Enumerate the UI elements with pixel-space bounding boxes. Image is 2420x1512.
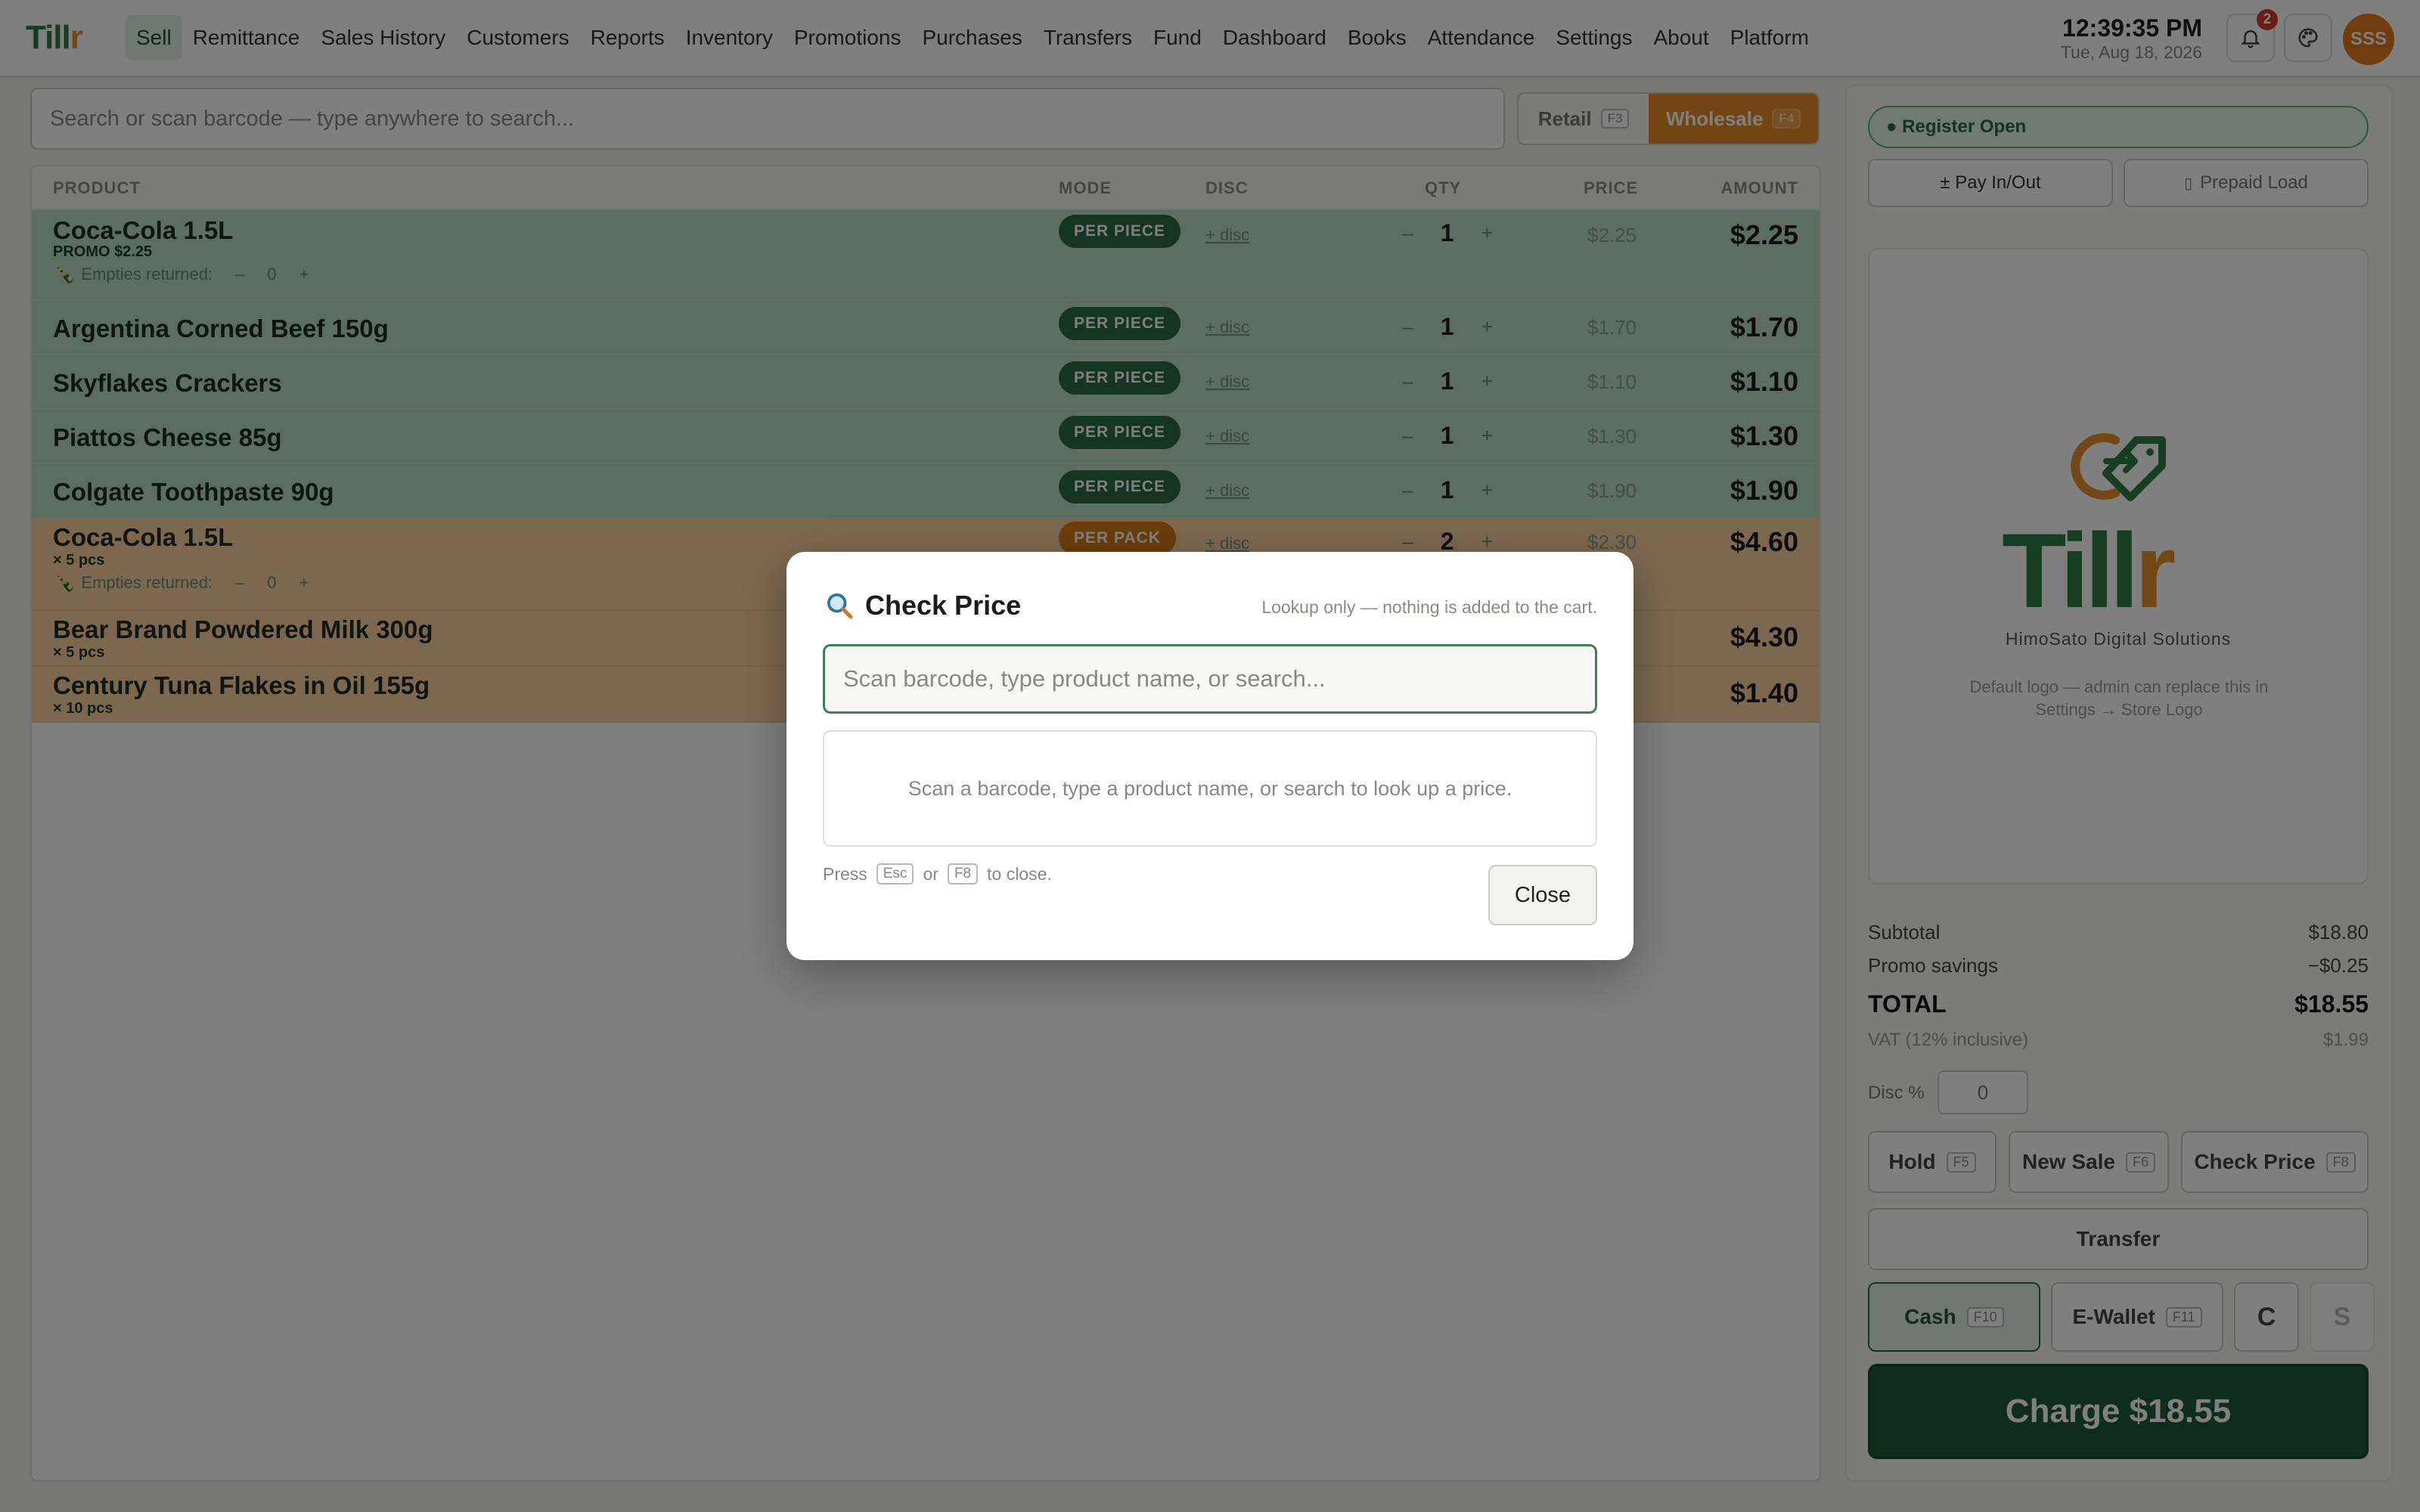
- dialog-footer-hint: Press Esc or F8 to close.: [823, 863, 1052, 885]
- lookup-result-area: Scan a barcode, type a product name, or …: [823, 730, 1597, 847]
- dialog-title: Check Price: [824, 590, 1021, 621]
- price-lookup-input[interactable]: Scan barcode, type product name, or sear…: [823, 644, 1597, 714]
- check-price-dialog: Check Price Lookup only — nothing is add…: [786, 552, 1634, 960]
- close-button[interactable]: Close: [1488, 865, 1597, 925]
- to-close-text: to close.: [987, 863, 1052, 884]
- or-text: or: [923, 863, 939, 884]
- esc-key: Esc: [876, 863, 914, 885]
- dialog-hint: Lookup only — nothing is added to the ca…: [1261, 597, 1597, 617]
- f8-key: F8: [947, 863, 979, 885]
- dialog-title-text: Check Price: [865, 590, 1022, 621]
- press-text: Press: [823, 863, 867, 884]
- magnifier-icon: [827, 593, 853, 619]
